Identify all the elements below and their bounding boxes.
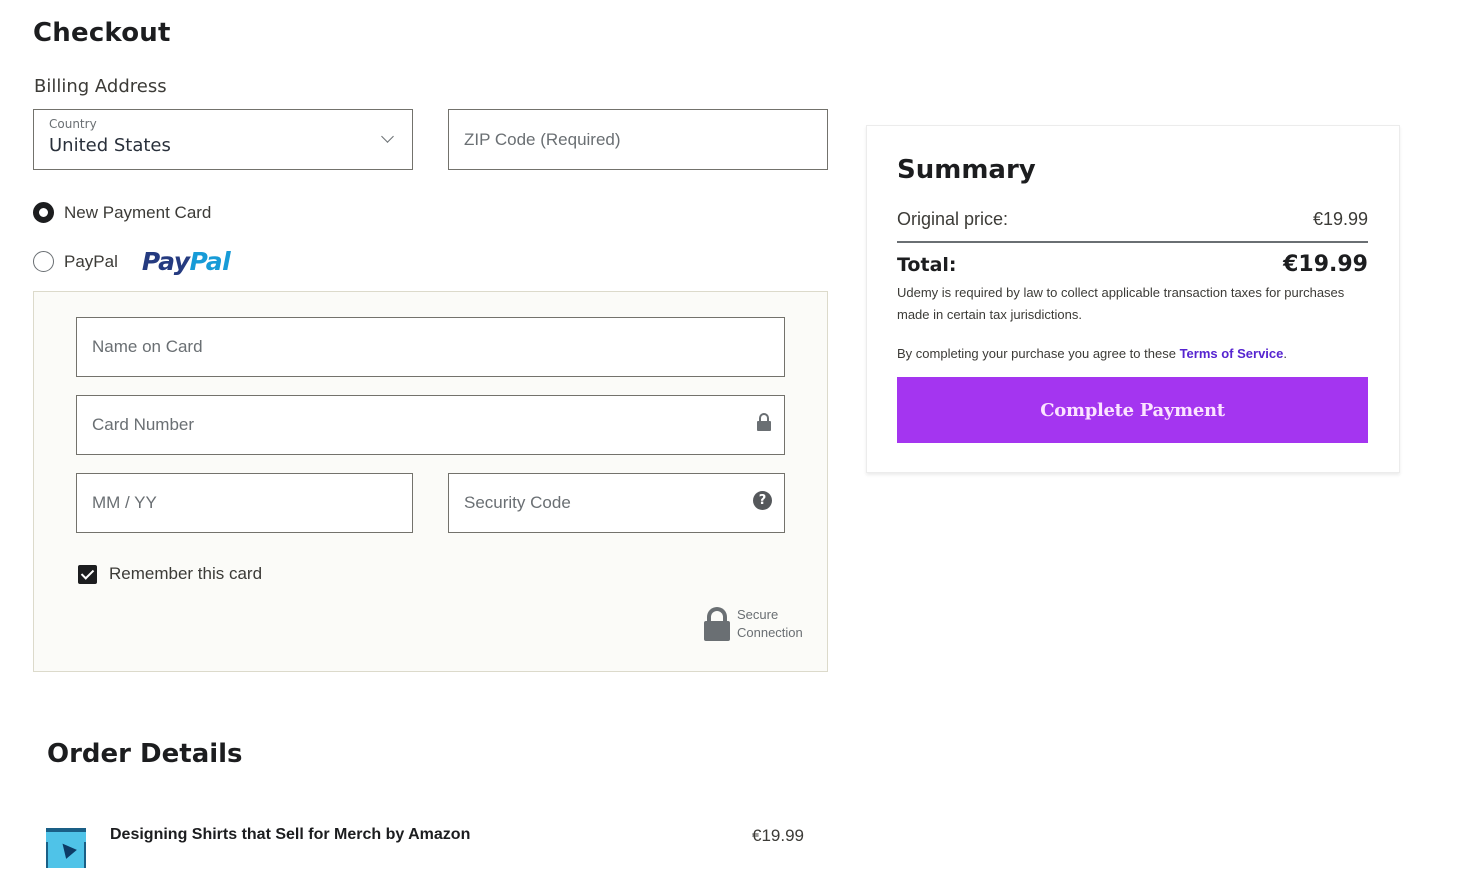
secure-line2: Connection [737,625,803,640]
chevron-down-icon [381,130,394,143]
order-details-title: Order Details [47,739,243,769]
country-select[interactable]: Country United States [33,109,413,170]
page-title: Checkout [33,18,171,48]
country-value: United States [49,135,171,156]
course-thumbnail[interactable] [46,828,86,868]
name-on-card-placeholder: Name on Card [92,337,203,356]
paypal-logo: PayPal [141,247,231,276]
card-number-placeholder: Card Number [92,415,195,434]
remember-card-checkbox[interactable]: Remember this card [78,564,262,584]
payment-option-new-card[interactable]: New Payment Card [33,202,211,223]
paypal-label: PayPal [64,251,118,271]
country-label: Country [49,117,97,131]
tax-note: Udemy is required by law to collect appl… [897,285,1345,322]
secure-connection-text: Secure Connection [737,606,803,642]
help-icon[interactable]: ? [753,491,772,510]
expiry-input[interactable]: MM / YY [76,473,413,533]
total-label: Total: [897,254,957,276]
paypal-logo-pal: Pal [189,247,231,276]
name-on-card-input[interactable]: Name on Card [76,317,785,377]
checkbox-checked-icon[interactable] [78,564,97,584]
agree-text: By completing your purchase you agree to… [897,346,1180,361]
original-price-row: Original price: €19.99 [897,209,1368,243]
order-item: Designing Shirts that Sell for Merch by … [46,826,806,870]
course-price: €19.99 [752,826,804,845]
billing-address-label: Billing Address [34,76,167,97]
zip-code-input[interactable]: ZIP Code (Required) [448,109,828,170]
paypal-logo-pay: Pay [141,247,190,276]
cursor-icon [57,839,77,859]
zip-code-placeholder: ZIP Code (Required) [464,129,621,149]
course-title-link[interactable]: Designing Shirts that Sell for Merch by … [110,826,470,844]
security-code-placeholder: Security Code [464,493,571,512]
terms-agreement: By completing your purchase you agree to… [897,346,1287,361]
original-price-label: Original price: [897,209,1009,229]
terms-of-service-link[interactable]: Terms of Service [1180,346,1284,361]
summary-panel: Summary Original price: €19.99 Total: €1… [866,125,1400,473]
radio-paypal[interactable] [33,251,54,272]
new-card-label: New Payment Card [64,202,212,222]
summary-title: Summary [897,155,1036,185]
security-code-input[interactable]: Security Code ? [448,473,785,533]
agree-end: . [1283,346,1287,361]
secure-connection-badge: Secure Connection [704,606,803,642]
remember-card-label: Remember this card [109,564,263,583]
secure-line1: Secure [737,607,779,622]
total-value: €19.99 [1283,252,1368,277]
card-number-input[interactable]: Card Number [76,395,785,455]
payment-option-paypal[interactable]: PayPal PayPal [33,247,231,276]
secure-lock-icon [704,607,730,641]
lock-icon [757,413,771,431]
original-price-value: €19.99 [1312,209,1368,229]
complete-payment-button[interactable]: Complete Payment [897,377,1368,443]
expiry-placeholder: MM / YY [92,493,157,512]
radio-new-card[interactable] [33,202,54,223]
